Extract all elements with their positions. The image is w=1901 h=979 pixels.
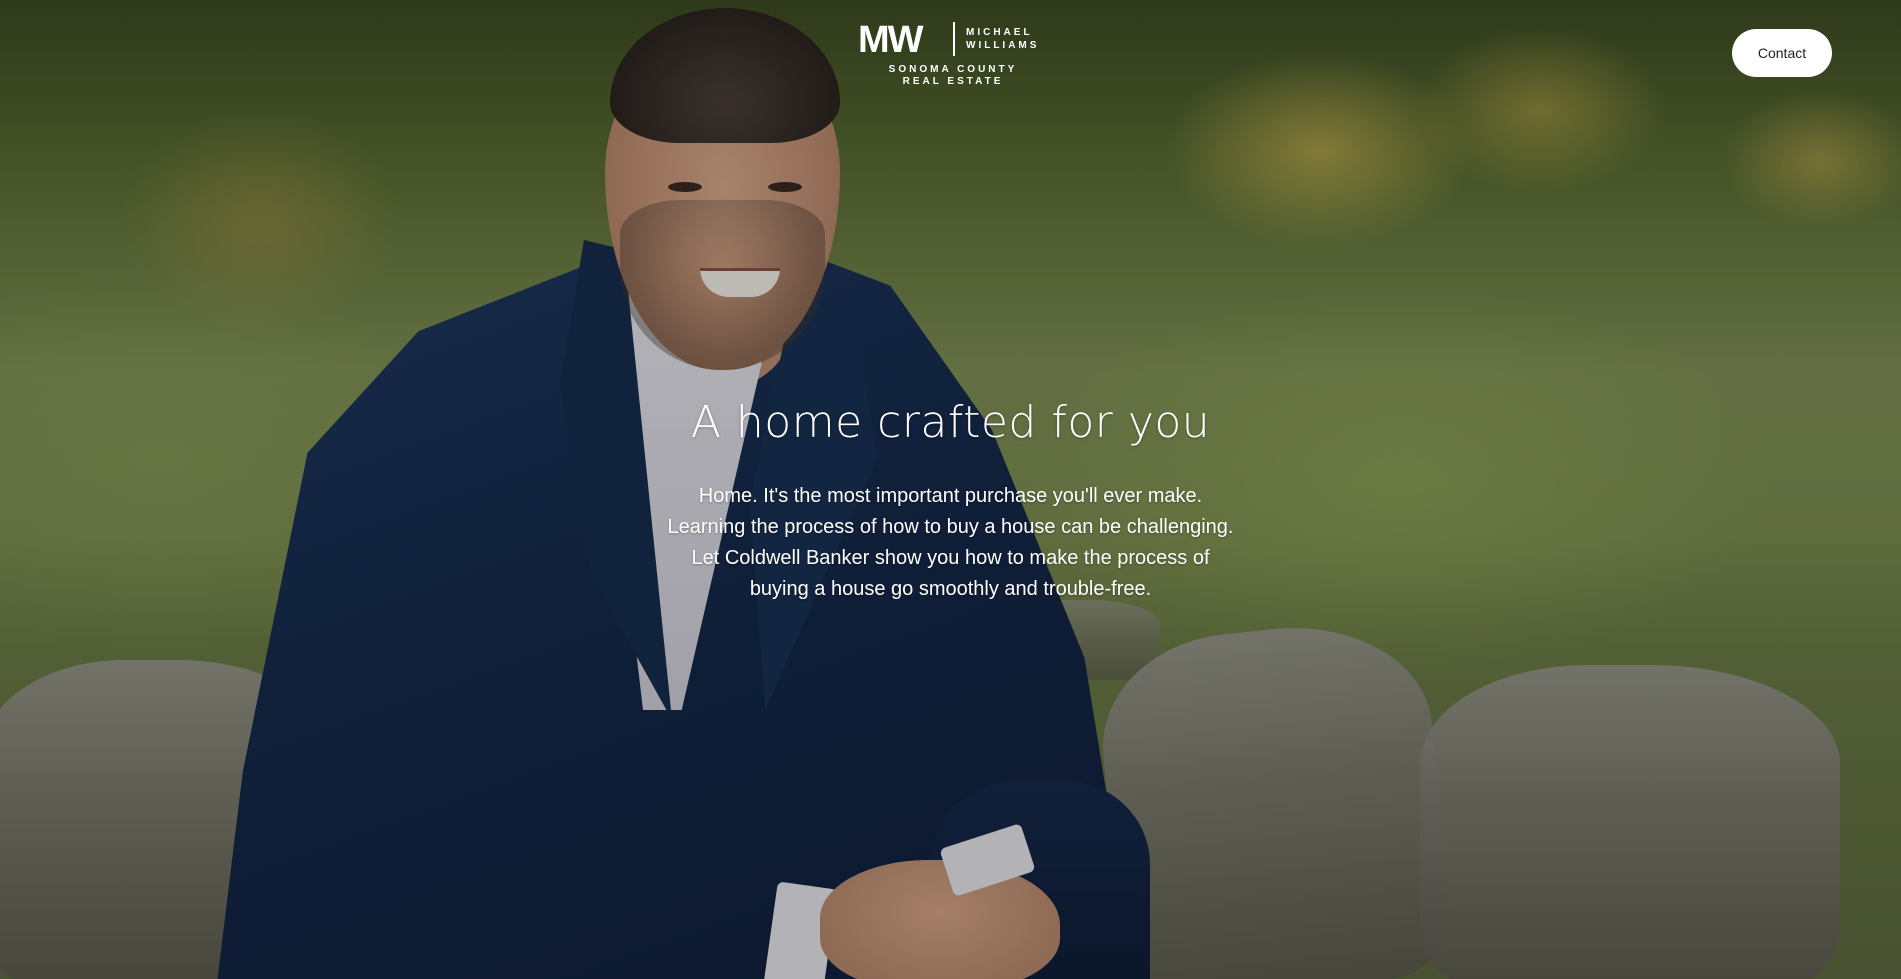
hero-description-line: Learning the process of how to buy a hou…: [667, 516, 1234, 538]
hero-description-line: Home. It's the most important purchase y…: [698, 485, 1203, 507]
hero-description-line: buying a house go smoothly and trouble-f…: [749, 578, 1152, 600]
hero-content: A home crafted for you Home. It's the mo…: [0, 395, 1901, 605]
logo-monogram: MW: [858, 19, 924, 61]
logo-agent-name: MICHAEL WILLIAMS: [966, 27, 1040, 51]
logo-tagline: SONOMA COUNTY REAL ESTATE: [888, 64, 1018, 87]
hero-description: Home. It's the most important purchase y…: [601, 481, 1301, 605]
hero-section: MW MICHAEL WILLIAMS SONOMA COUNTY REAL E…: [0, 0, 1901, 979]
hero-title: A home crafted for you: [690, 397, 1211, 448]
logo-divider: [953, 22, 955, 56]
hero-description-line: Let Coldwell Banker show you how to make…: [691, 547, 1210, 569]
site-logo[interactable]: MW MICHAEL WILLIAMS SONOMA COUNTY REAL E…: [858, 20, 1043, 90]
contact-button[interactable]: Contact: [1732, 29, 1832, 77]
